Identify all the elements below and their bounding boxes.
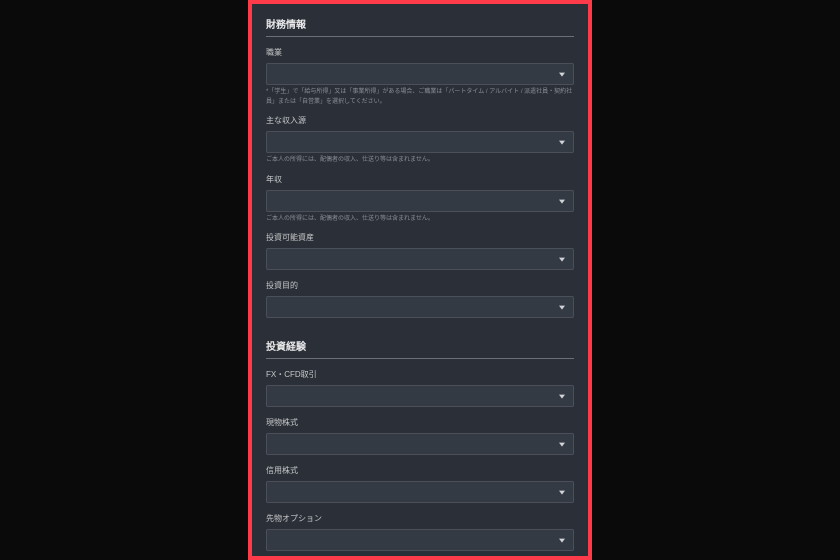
field-futures-options: 先物オプション bbox=[266, 513, 574, 551]
field-occupation: 職業 *「学生」で「給与所得」又は「事業所得」がある場合、ご職業は「パートタイム… bbox=[266, 47, 574, 107]
select-occupation[interactable] bbox=[266, 63, 574, 85]
label-occupation: 職業 bbox=[266, 47, 574, 58]
label-fx-cfd: FX・CFD取引 bbox=[266, 369, 574, 380]
highlighted-form-panel: 財務情報 職業 *「学生」で「給与所得」又は「事業所得」がある場合、ご職業は「パ… bbox=[248, 0, 592, 560]
select-investable-assets[interactable] bbox=[266, 248, 574, 270]
select-futures-options[interactable] bbox=[266, 529, 574, 551]
field-investment-purpose: 投資目的 bbox=[266, 280, 574, 318]
field-investable-assets: 投資可能資産 bbox=[266, 232, 574, 270]
section-header-financial: 財務情報 bbox=[266, 12, 574, 37]
help-occupation: *「学生」で「給与所得」又は「事業所得」がある場合、ご職業は「パートタイム / … bbox=[266, 88, 574, 107]
field-fx-cfd: FX・CFD取引 bbox=[266, 369, 574, 407]
select-spot-stock[interactable] bbox=[266, 433, 574, 455]
field-spot-stock: 現物株式 bbox=[266, 417, 574, 455]
form-inner: 財務情報 職業 *「学生」で「給与所得」又は「事業所得」がある場合、ご職業は「パ… bbox=[252, 4, 588, 560]
label-investment-purpose: 投資目的 bbox=[266, 280, 574, 291]
help-annual-income: ご本人の所得には、配偶者の収入、仕送り等は含まれません。 bbox=[266, 215, 574, 225]
label-futures-options: 先物オプション bbox=[266, 513, 574, 524]
label-income-source: 主な収入源 bbox=[266, 115, 574, 126]
select-income-source[interactable] bbox=[266, 131, 574, 153]
label-investable-assets: 投資可能資産 bbox=[266, 232, 574, 243]
label-spot-stock: 現物株式 bbox=[266, 417, 574, 428]
section-header-experience: 投資経験 bbox=[266, 334, 574, 359]
select-annual-income[interactable] bbox=[266, 190, 574, 212]
select-investment-purpose[interactable] bbox=[266, 296, 574, 318]
field-annual-income: 年収 ご本人の所得には、配偶者の収入、仕送り等は含まれません。 bbox=[266, 174, 574, 225]
label-margin-stock: 信用株式 bbox=[266, 465, 574, 476]
help-income-source: ご本人の所得には、配偶者の収入、仕送り等は含まれません。 bbox=[266, 156, 574, 166]
select-fx-cfd[interactable] bbox=[266, 385, 574, 407]
label-annual-income: 年収 bbox=[266, 174, 574, 185]
field-income-source: 主な収入源 ご本人の所得には、配偶者の収入、仕送り等は含まれません。 bbox=[266, 115, 574, 166]
select-margin-stock[interactable] bbox=[266, 481, 574, 503]
field-margin-stock: 信用株式 bbox=[266, 465, 574, 503]
